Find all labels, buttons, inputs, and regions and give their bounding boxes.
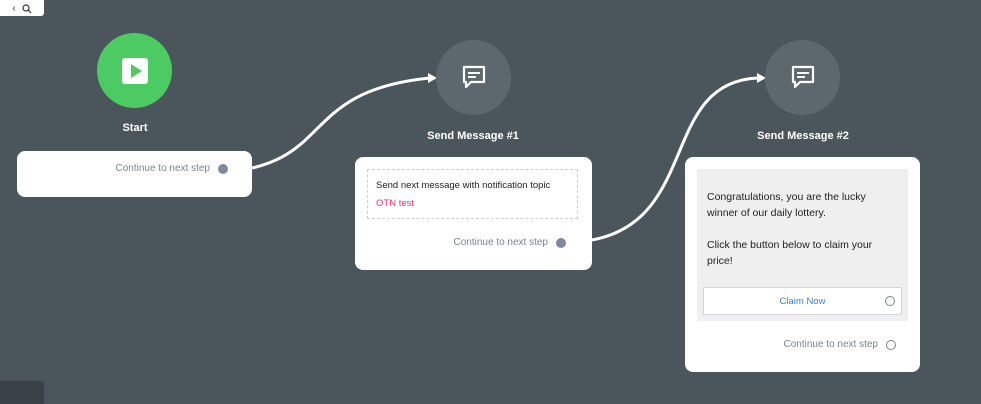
message1-node-title: Send Message #1 [427, 130, 519, 142]
play-icon [121, 57, 148, 84]
start-node-circle[interactable] [97, 33, 172, 108]
claim-now-button[interactable]: Claim Now [703, 287, 902, 315]
chat-bubble-icon [791, 65, 814, 88]
chat-bubble-icon [462, 65, 485, 88]
minimap-panel[interactable] [0, 381, 44, 404]
start-connector-dot[interactable] [218, 163, 228, 174]
message2-node-title: Send Message #2 [757, 130, 849, 142]
message1-node-card[interactable]: Send next message with notification topi… [355, 157, 592, 270]
otn-topic-label: OTN test [376, 198, 415, 209]
message2-node-card[interactable]: Congratulations, you are the lucky winne… [685, 157, 920, 372]
start-continue-label: Continue to next step [115, 163, 210, 174]
connector-start-to-message1 [251, 76, 431, 170]
message1-continue-row[interactable]: Continue to next step [453, 237, 566, 248]
message2-continue-row[interactable]: Continue to next step [783, 339, 896, 350]
message2-continue-label: Continue to next step [783, 339, 878, 350]
message2-paragraph2: Click the button below to claim your pri… [707, 239, 873, 267]
otn-message-block[interactable]: Send next message with notification topi… [367, 169, 578, 219]
message1-continue-label: Continue to next step [453, 237, 548, 248]
claim-now-label: Claim Now [779, 295, 826, 307]
start-continue-row[interactable]: Continue to next step [115, 163, 228, 174]
message2-text-panel[interactable]: Congratulations, you are the lucky winne… [697, 169, 908, 321]
message1-connector-dot[interactable] [556, 237, 566, 248]
start-node-card[interactable]: Continue to next step [17, 151, 252, 197]
start-node-title: Start [122, 122, 148, 134]
message2-node-circle[interactable] [765, 40, 840, 115]
message2-connector-dot[interactable] [886, 339, 896, 350]
otn-message-text: Send next message with notification topi… [376, 180, 551, 191]
claim-button-connector-dot[interactable] [885, 296, 895, 306]
message1-node-circle[interactable] [436, 40, 511, 115]
message2-paragraph1: Congratulations, you are the lucky winne… [707, 191, 866, 219]
